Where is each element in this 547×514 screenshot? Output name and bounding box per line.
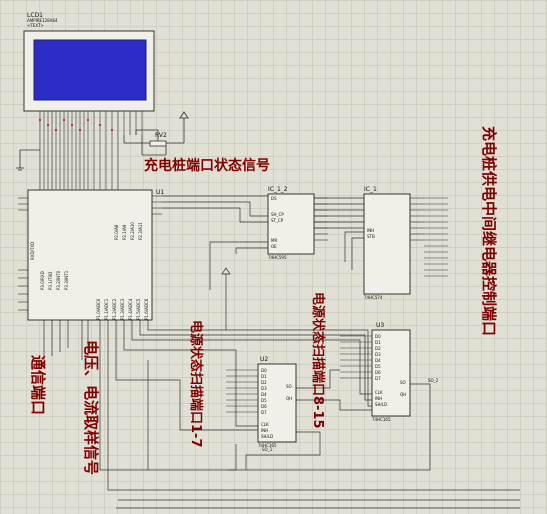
svg-text:SO: SO bbox=[400, 380, 406, 385]
svg-text:P1.1/ADC1: P1.1/ADC1 bbox=[104, 298, 109, 320]
ic-1-chip[interactable]: INHSTB bbox=[363, 193, 448, 295]
svg-text:P3.0/RXD: P3.0/RXD bbox=[40, 271, 45, 290]
svg-text:D0: D0 bbox=[261, 368, 267, 373]
svg-text:P2.1/A9: P2.1/A9 bbox=[122, 224, 127, 240]
annotation-relay-control: 充电桩供电中间继电器控制端口 bbox=[480, 126, 498, 336]
annotation-status-signal: 充电桩端口状态信号 bbox=[144, 157, 270, 174]
u2-ref-label: U2 bbox=[260, 356, 268, 363]
svg-text:D5: D5 bbox=[375, 364, 381, 369]
svg-text:D2: D2 bbox=[375, 346, 381, 351]
rv2-ref-label: RV2 bbox=[155, 132, 167, 139]
svg-text:SH/LD: SH/LD bbox=[375, 402, 387, 407]
lcd-module[interactable] bbox=[23, 30, 155, 190]
svg-text:P3.3/INT1: P3.3/INT1 bbox=[64, 270, 69, 290]
svg-text:P3.1/TXD: P3.1/TXD bbox=[48, 272, 53, 290]
ic-1-2-chip[interactable]: DS SH_CPST_CP MROE bbox=[267, 193, 328, 255]
svg-text:INH: INH bbox=[375, 396, 382, 401]
svg-text:D1: D1 bbox=[375, 340, 381, 345]
u1-microcontroller[interactable]: RXD/TXD P3.0/RXD P3.1/TXD P3.2/INT0 P3.3… bbox=[18, 189, 162, 321]
svg-text:SO: SO bbox=[286, 384, 292, 389]
svg-text:INH: INH bbox=[261, 428, 268, 433]
svg-text:D3: D3 bbox=[375, 352, 381, 357]
svg-text:D6: D6 bbox=[375, 370, 381, 375]
svg-text:D5: D5 bbox=[261, 398, 267, 403]
u3-ref-label: U3 bbox=[376, 322, 384, 329]
svg-text:P1.5/ADC5: P1.5/ADC5 bbox=[136, 298, 141, 320]
svg-text:P1.0/ADC0: P1.0/ADC0 bbox=[96, 298, 101, 320]
svg-text:D7: D7 bbox=[261, 410, 267, 415]
svg-text:ST_CP: ST_CP bbox=[271, 218, 284, 223]
svg-text:P2.3/A11: P2.3/A11 bbox=[138, 222, 143, 240]
ic-1-2-part-label: 74HC595 bbox=[268, 255, 287, 260]
svg-text:MR: MR bbox=[271, 238, 277, 243]
svg-text:D0: D0 bbox=[375, 334, 381, 339]
svg-text:P1.2/ADC2: P1.2/ADC2 bbox=[112, 298, 117, 320]
svg-text:CLK: CLK bbox=[375, 390, 383, 395]
so2-net-label: SO_2 bbox=[428, 378, 439, 383]
svg-text:RXD/TXD: RXD/TXD bbox=[30, 242, 35, 260]
svg-text:SH/LD: SH/LD bbox=[261, 434, 273, 439]
u3-part-label: 74HC165 bbox=[372, 417, 391, 422]
svg-text:P1.4/ADC4: P1.4/ADC4 bbox=[128, 298, 133, 320]
u3-chip[interactable]: D0D1D2 D3D4D5 D6D7 CLK INHSH/LD SO QH bbox=[340, 329, 411, 417]
annotation-scan-8-15: 电源状态扫描端口8-15 bbox=[310, 292, 326, 429]
svg-text:D1: D1 bbox=[261, 374, 267, 379]
svg-text:P2.2/A10: P2.2/A10 bbox=[130, 222, 135, 240]
so1-net-label: SO_1 bbox=[262, 447, 273, 452]
annotation-comm-port: 通信端口 bbox=[29, 355, 47, 415]
svg-text:D4: D4 bbox=[261, 392, 267, 397]
u1-ref-label: U1 bbox=[156, 189, 164, 196]
schematic-drawing: LCD1 AMPIRE128X64 <TEXT> RV2 RXD/TXD P3.… bbox=[16, 12, 520, 509]
svg-text:SH_CP: SH_CP bbox=[271, 212, 284, 217]
ic-1-part-label: 74HC574 bbox=[364, 295, 383, 300]
ic-1-2-ref-label: IC_1_2 bbox=[268, 186, 288, 193]
svg-text:D2: D2 bbox=[261, 380, 267, 385]
svg-text:D4: D4 bbox=[375, 358, 381, 363]
schematic-canvas[interactable]: LCD1 AMPIRE128X64 <TEXT> RV2 RXD/TXD P3.… bbox=[0, 0, 547, 514]
svg-text:P3.2/INT0: P3.2/INT0 bbox=[56, 270, 61, 290]
svg-text:STB: STB bbox=[367, 234, 375, 239]
ic-1-ref-label: IC_1 bbox=[364, 186, 377, 193]
svg-text:INH: INH bbox=[367, 228, 374, 233]
svg-text:D3: D3 bbox=[261, 386, 267, 391]
annotation-scan-1-7: 电源状态扫描端口1-7 bbox=[188, 320, 204, 448]
svg-text:OE: OE bbox=[271, 244, 277, 249]
svg-text:QH: QH bbox=[286, 396, 292, 401]
svg-text:D6: D6 bbox=[261, 404, 267, 409]
svg-text:QH: QH bbox=[400, 392, 406, 397]
svg-text:P1.6/ADC6: P1.6/ADC6 bbox=[144, 298, 149, 320]
svg-text:DS: DS bbox=[271, 196, 277, 201]
svg-text:P2.0/A8: P2.0/A8 bbox=[114, 224, 119, 240]
svg-text:P1.3/ADC3: P1.3/ADC3 bbox=[120, 298, 125, 320]
svg-text:CLK: CLK bbox=[261, 422, 269, 427]
annotation-va-signal: 电压、电流取样信号 bbox=[82, 340, 100, 475]
svg-text:D7: D7 bbox=[375, 376, 381, 381]
lcd-text-label: <TEXT> bbox=[27, 23, 44, 28]
